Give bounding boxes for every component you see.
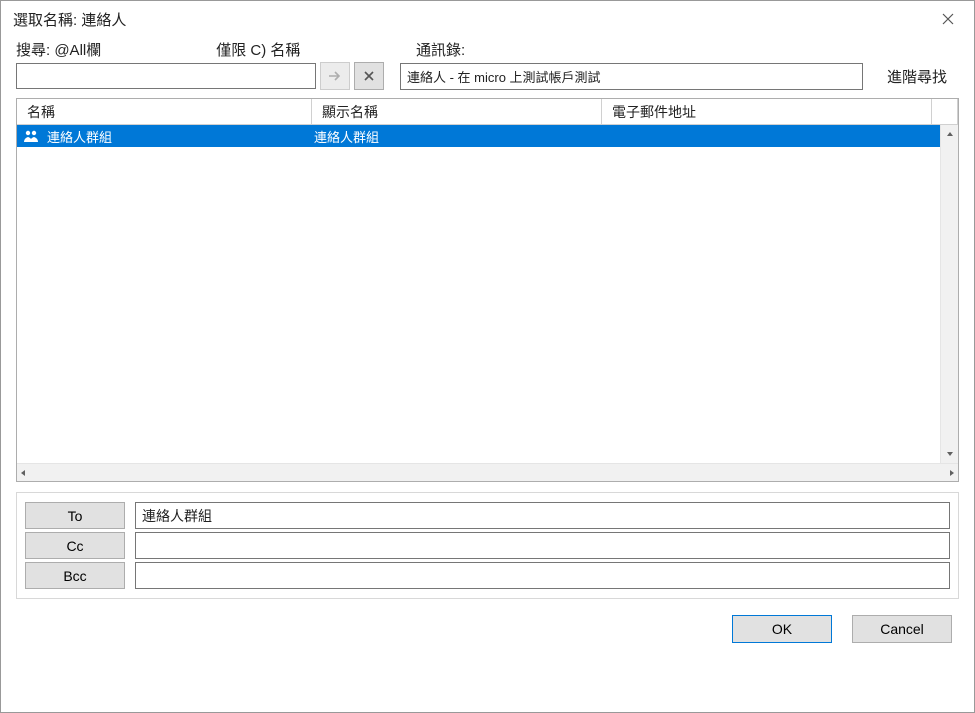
recipients-block: To 連絡人群組 Cc Bcc	[16, 492, 959, 599]
contacts-list: 名稱 顯示名稱 電子郵件地址 連絡人群組 連絡人群組	[16, 98, 959, 482]
scroll-up-icon[interactable]	[941, 125, 958, 143]
cc-field[interactable]	[135, 532, 950, 559]
search-labels-row: 搜尋: @All欄 僅限 C) 名稱 通訊錄:	[1, 39, 974, 60]
vertical-scrollbar[interactable]	[940, 125, 958, 463]
list-body: 連絡人群組 連絡人群組	[17, 125, 958, 463]
cc-button[interactable]: Cc	[25, 532, 125, 559]
column-header-name[interactable]: 名稱	[17, 99, 312, 124]
search-label: 搜尋: @All欄	[16, 39, 101, 60]
name-only-label: 僅限 C) 名稱	[216, 39, 300, 60]
cancel-button[interactable]: Cancel	[852, 615, 952, 643]
close-icon	[363, 70, 375, 82]
advanced-find-link[interactable]: 進階尋找	[887, 66, 947, 87]
table-row[interactable]: 連絡人群組 連絡人群組	[17, 125, 940, 147]
cell-display-name: 連絡人群組	[312, 127, 602, 146]
window-title: 選取名稱: 連絡人	[13, 9, 126, 30]
close-button[interactable]	[932, 7, 964, 31]
search-input[interactable]	[16, 63, 316, 89]
clear-button[interactable]	[354, 62, 384, 90]
column-header-email[interactable]: 電子郵件地址	[602, 99, 932, 124]
to-button[interactable]: To	[25, 502, 125, 529]
cell-name: 連絡人群組	[45, 127, 312, 146]
scroll-right-icon[interactable]	[949, 469, 955, 477]
horizontal-scrollbar[interactable]	[17, 463, 958, 481]
group-icon	[23, 129, 39, 143]
scroll-down-icon[interactable]	[941, 445, 958, 463]
column-header-display-name[interactable]: 顯示名稱	[312, 99, 602, 124]
titlebar: 選取名稱: 連絡人	[1, 1, 974, 39]
inputs-row: 連絡人 - 在 micro 上測試帳戶測試 進階尋找	[1, 60, 974, 98]
go-button[interactable]	[320, 62, 350, 90]
address-book-dropdown[interactable]: 連絡人 - 在 micro 上測試帳戶測試	[400, 63, 863, 90]
address-book-selected: 連絡人 - 在 micro 上測試帳戶測試	[407, 67, 601, 86]
bcc-button[interactable]: Bcc	[25, 562, 125, 589]
dialog-footer: OK Cancel	[1, 599, 974, 643]
list-header: 名稱 顯示名稱 電子郵件地址	[17, 99, 958, 125]
arrow-right-icon	[328, 70, 342, 82]
column-header-tail	[932, 99, 958, 124]
scroll-left-icon[interactable]	[20, 469, 26, 477]
address-book-label: 通訊錄:	[416, 39, 465, 60]
bcc-field[interactable]	[135, 562, 950, 589]
ok-button[interactable]: OK	[732, 615, 832, 643]
to-field-value: 連絡人群組	[142, 506, 212, 526]
to-field[interactable]: 連絡人群組	[135, 502, 950, 529]
